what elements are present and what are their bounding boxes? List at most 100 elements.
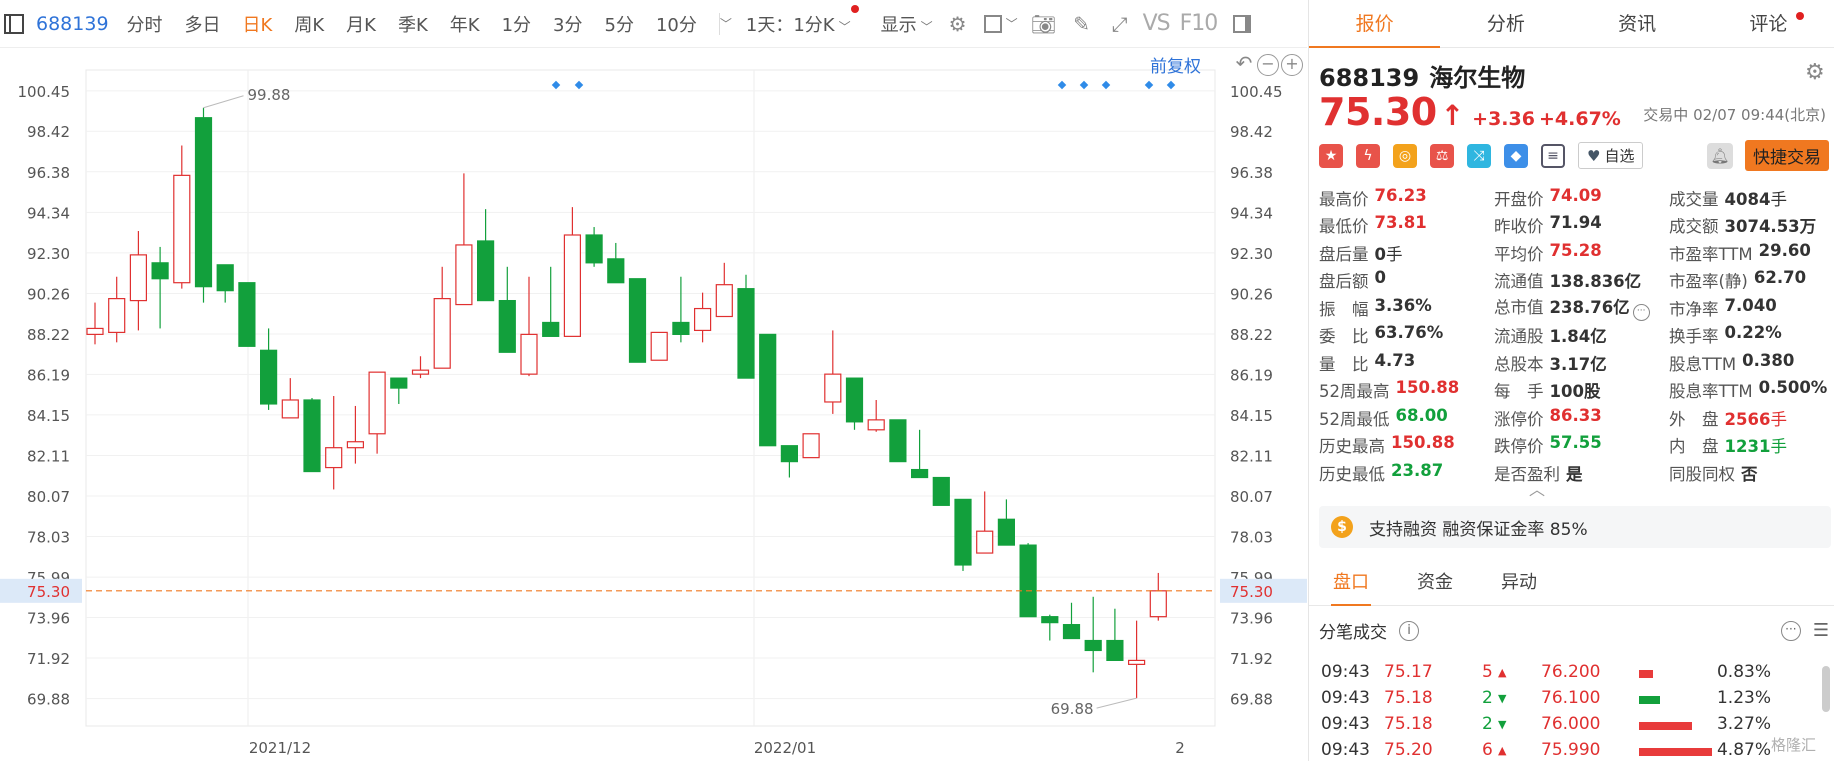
candle[interactable] (325, 396, 343, 490)
candle[interactable] (1127, 620, 1146, 699)
panel-tab-2[interactable]: 资讯 (1572, 0, 1703, 47)
candle[interactable] (520, 276, 538, 377)
candle[interactable] (824, 330, 842, 414)
bottom-tab-1[interactable]: 资金 (1393, 560, 1477, 605)
add-watchlist-button[interactable]: ♥ 自选 (1578, 142, 1644, 169)
candle[interactable] (1106, 608, 1124, 662)
candle[interactable] (303, 398, 321, 473)
period-select[interactable]: 1天：1分K ﹀ (746, 4, 859, 37)
bottom-tab-0[interactable]: 盘口 (1309, 560, 1393, 606)
period-tab-7[interactable]: 1分 (502, 11, 531, 37)
period-tab-8[interactable]: 3分 (553, 11, 582, 37)
candle[interactable] (889, 419, 907, 463)
candle[interactable] (498, 266, 516, 353)
period-tab-6[interactable]: 年K (450, 11, 480, 37)
candle[interactable] (455, 173, 473, 306)
candle[interactable] (954, 498, 972, 571)
candle[interactable] (845, 377, 864, 430)
kline-chart[interactable]: 100.45 100.45 98.42 98.42 96.38 96.38 94.34 94.… (0, 48, 1307, 761)
candle[interactable] (86, 302, 104, 345)
candle[interactable] (759, 333, 777, 447)
candle[interactable] (910, 429, 929, 479)
candle[interactable] (563, 207, 582, 337)
fullscreen-icon[interactable]: ⤢ (1105, 9, 1135, 39)
candle[interactable] (108, 276, 126, 343)
gear-icon[interactable]: ⚙ (943, 9, 973, 39)
candle[interactable] (628, 278, 647, 363)
candle[interactable] (715, 262, 733, 318)
candle[interactable] (1084, 596, 1102, 673)
zoom-in-icon[interactable]: + (1281, 54, 1303, 76)
candle[interactable] (173, 145, 191, 289)
pencil-icon[interactable]: ✎ (1067, 9, 1097, 39)
candle[interactable] (997, 499, 1016, 546)
zoom-out-icon[interactable]: − (1257, 54, 1279, 76)
undo-icon[interactable]: ↶ (1233, 53, 1255, 76)
candle[interactable] (607, 242, 625, 284)
candle[interactable] (1041, 614, 1059, 641)
china-flag-icon[interactable]: ★ (1319, 143, 1343, 168)
candle[interactable] (433, 266, 451, 369)
candle[interactable] (585, 227, 603, 267)
panel-tab-1[interactable]: 分析 (1440, 0, 1571, 47)
candle[interactable] (260, 328, 278, 410)
candle[interactable] (151, 246, 169, 329)
candle[interactable] (976, 491, 994, 554)
sidebar-toggle-icon[interactable] (4, 13, 24, 34)
ticks-scrollbar[interactable] (1822, 666, 1830, 712)
candle[interactable] (216, 264, 234, 303)
panel-tab-3[interactable]: 评论 (1703, 0, 1834, 47)
panel-tab-0[interactable]: 报价 (1309, 0, 1441, 48)
more-periods-chevron-icon[interactable]: ﹀ (720, 15, 732, 32)
event-marker[interactable] (1079, 80, 1089, 90)
event-marker[interactable] (1144, 80, 1154, 90)
adjust-type-button[interactable]: 前复权 (1150, 52, 1201, 77)
candle[interactable] (194, 107, 213, 303)
candle[interactable] (542, 266, 560, 337)
square-select-icon[interactable]: ﹀ (981, 9, 1021, 39)
exchange-icon[interactable]: ⤨ (1467, 143, 1491, 168)
event-marker[interactable] (551, 80, 561, 90)
candle[interactable] (932, 476, 950, 506)
event-marker[interactable] (574, 80, 584, 90)
candle[interactable] (1062, 602, 1081, 640)
quick-trade-button[interactable]: 快捷交易 (1745, 140, 1829, 171)
candle[interactable] (672, 276, 690, 343)
lightning-icon[interactable]: ϟ (1356, 143, 1380, 168)
candle[interactable] (238, 282, 256, 347)
candle[interactable] (737, 274, 755, 379)
panel-toggle-icon[interactable] (1227, 9, 1257, 39)
period-tab-0[interactable]: 分时 (127, 11, 163, 37)
info-icon[interactable]: i (1399, 620, 1419, 641)
candle[interactable] (390, 377, 408, 404)
tag-icon[interactable]: ◆ (1504, 143, 1528, 168)
candle[interactable] (1149, 572, 1167, 621)
event-marker[interactable] (1166, 80, 1176, 90)
settings-gear-icon[interactable]: ⚙ (1805, 60, 1825, 85)
candle[interactable] (867, 399, 885, 432)
chevron-up-icon[interactable]: ︿ (1529, 476, 1545, 500)
event-marker[interactable] (1057, 80, 1067, 90)
bell-icon[interactable]: 🔔︎ (1707, 142, 1733, 169)
vs-compare-button[interactable]: VS (1143, 11, 1171, 36)
bottom-tab-2[interactable]: 异动 (1477, 560, 1561, 605)
period-tab-3[interactable]: 周K (294, 11, 324, 37)
more-options-icon[interactable]: ··· (1632, 304, 1650, 322)
period-tab-10[interactable]: 10分 (656, 11, 697, 37)
period-tab-1[interactable]: 多日 (185, 11, 221, 37)
f10-button[interactable]: F10 (1180, 11, 1219, 36)
candle[interactable] (802, 433, 820, 459)
display-menu[interactable]: 显示 ﹀ (881, 11, 933, 37)
event-marker[interactable] (1101, 80, 1111, 90)
candle[interactable] (477, 209, 495, 302)
coins-icon[interactable]: ◎ (1393, 143, 1417, 168)
candle[interactable] (693, 292, 712, 343)
list-view-icon[interactable]: ☰ (1813, 620, 1829, 641)
candle[interactable] (650, 331, 668, 361)
camera-icon[interactable]: 📷︎ (1029, 9, 1059, 39)
more-options-icon[interactable]: ··· (1780, 620, 1801, 641)
candle[interactable] (129, 231, 147, 331)
candle[interactable] (281, 378, 299, 419)
period-tab-4[interactable]: 月K (346, 11, 376, 37)
scale-icon[interactable]: ⚖ (1430, 143, 1454, 168)
